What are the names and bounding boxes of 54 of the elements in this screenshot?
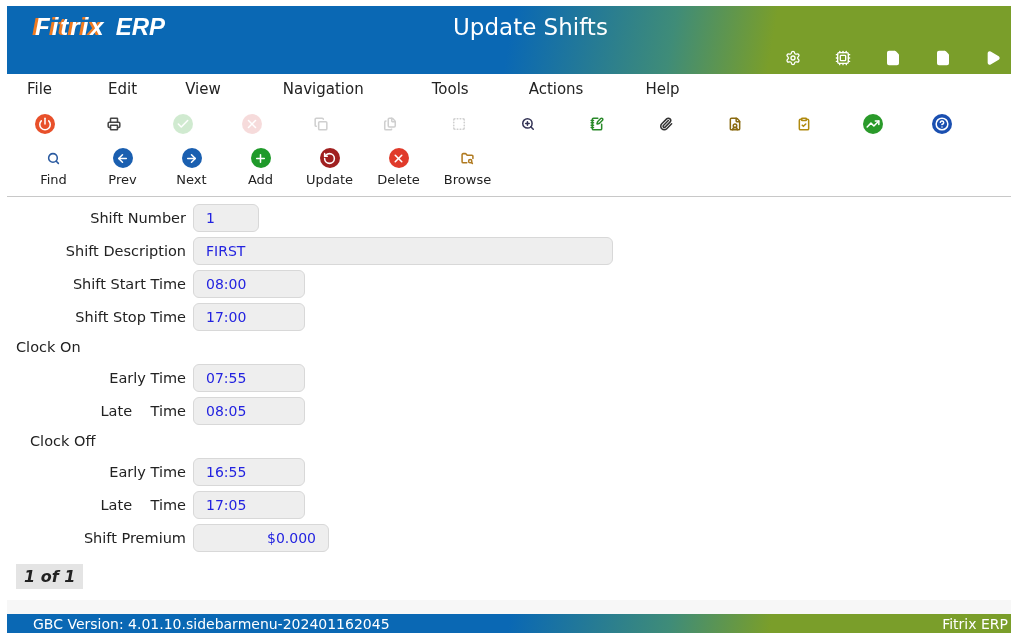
prev-button[interactable]: Prev <box>88 144 157 196</box>
chip-icon[interactable] <box>835 50 851 66</box>
notepad-icon[interactable] <box>587 114 607 134</box>
field-label: Shift Number <box>89 209 187 226</box>
input-field[interactable]: 08:05 <box>193 396 305 425</box>
next-icon <box>181 148 202 168</box>
logo: Fitrix <box>35 13 106 41</box>
menu-item[interactable]: Navigation <box>282 80 364 98</box>
add-icon <box>250 148 271 168</box>
browse-button[interactable]: Browse <box>433 144 502 196</box>
record-count: 1 of 1 <box>16 564 84 589</box>
help-icon[interactable] <box>932 114 952 134</box>
field-label: Shift Start Time <box>71 275 187 292</box>
input-field[interactable]: 17:00 <box>193 302 305 331</box>
field-label: Late Time <box>99 402 187 419</box>
section-label: Clock Off <box>30 432 97 451</box>
menu-item[interactable]: Actions <box>528 80 584 98</box>
power-icon[interactable] <box>35 114 55 134</box>
menu-item[interactable]: Help <box>645 80 680 98</box>
window-title: Update Shifts <box>453 14 608 40</box>
field-label: Early Time <box>108 369 187 386</box>
product-name: Fitrix ERP <box>942 615 1008 632</box>
input-field[interactable]: FIRST <box>193 236 613 265</box>
logo-suffix: ERP <box>115 13 166 41</box>
input-field[interactable]: 1 <box>193 203 259 232</box>
page-icon[interactable] <box>935 50 951 66</box>
close-icon <box>388 148 409 168</box>
field-label: Shift Premium <box>82 529 187 546</box>
input-field[interactable]: $0.000 <box>193 523 329 552</box>
document-icon[interactable] <box>885 50 901 66</box>
delete-button[interactable]: Delete <box>364 144 433 196</box>
chart-icon[interactable] <box>863 114 883 134</box>
field-label: Early Time <box>108 463 187 480</box>
input-field[interactable]: 17:05 <box>193 490 305 519</box>
field-label: Shift Stop Time <box>74 308 187 325</box>
field-label: Shift Description <box>64 242 187 259</box>
next-button[interactable]: Next <box>157 144 226 196</box>
prev-icon <box>112 148 133 168</box>
menu-item[interactable]: Edit <box>108 80 138 98</box>
menu-item[interactable]: Tools <box>431 80 469 98</box>
menu-item[interactable]: View <box>185 80 221 98</box>
input-field[interactable]: 08:00 <box>193 269 305 298</box>
update-icon <box>319 148 340 168</box>
input-field[interactable]: 07:55 <box>193 363 305 392</box>
add-button[interactable]: Add <box>226 144 295 196</box>
play-icon[interactable] <box>985 50 1001 66</box>
update-button[interactable]: Update <box>295 144 364 196</box>
settings-icon[interactable] <box>785 50 801 66</box>
version-text: GBC Version: 4.01.10.sidebarmenu-202401162045 <box>33 615 390 632</box>
menu-item[interactable]: File <box>27 80 53 98</box>
field-label: Late Time <box>99 496 187 513</box>
find-button[interactable]: Find <box>19 144 88 196</box>
section-label: Clock On <box>16 338 82 357</box>
input-field[interactable]: 16:55 <box>193 457 305 486</box>
